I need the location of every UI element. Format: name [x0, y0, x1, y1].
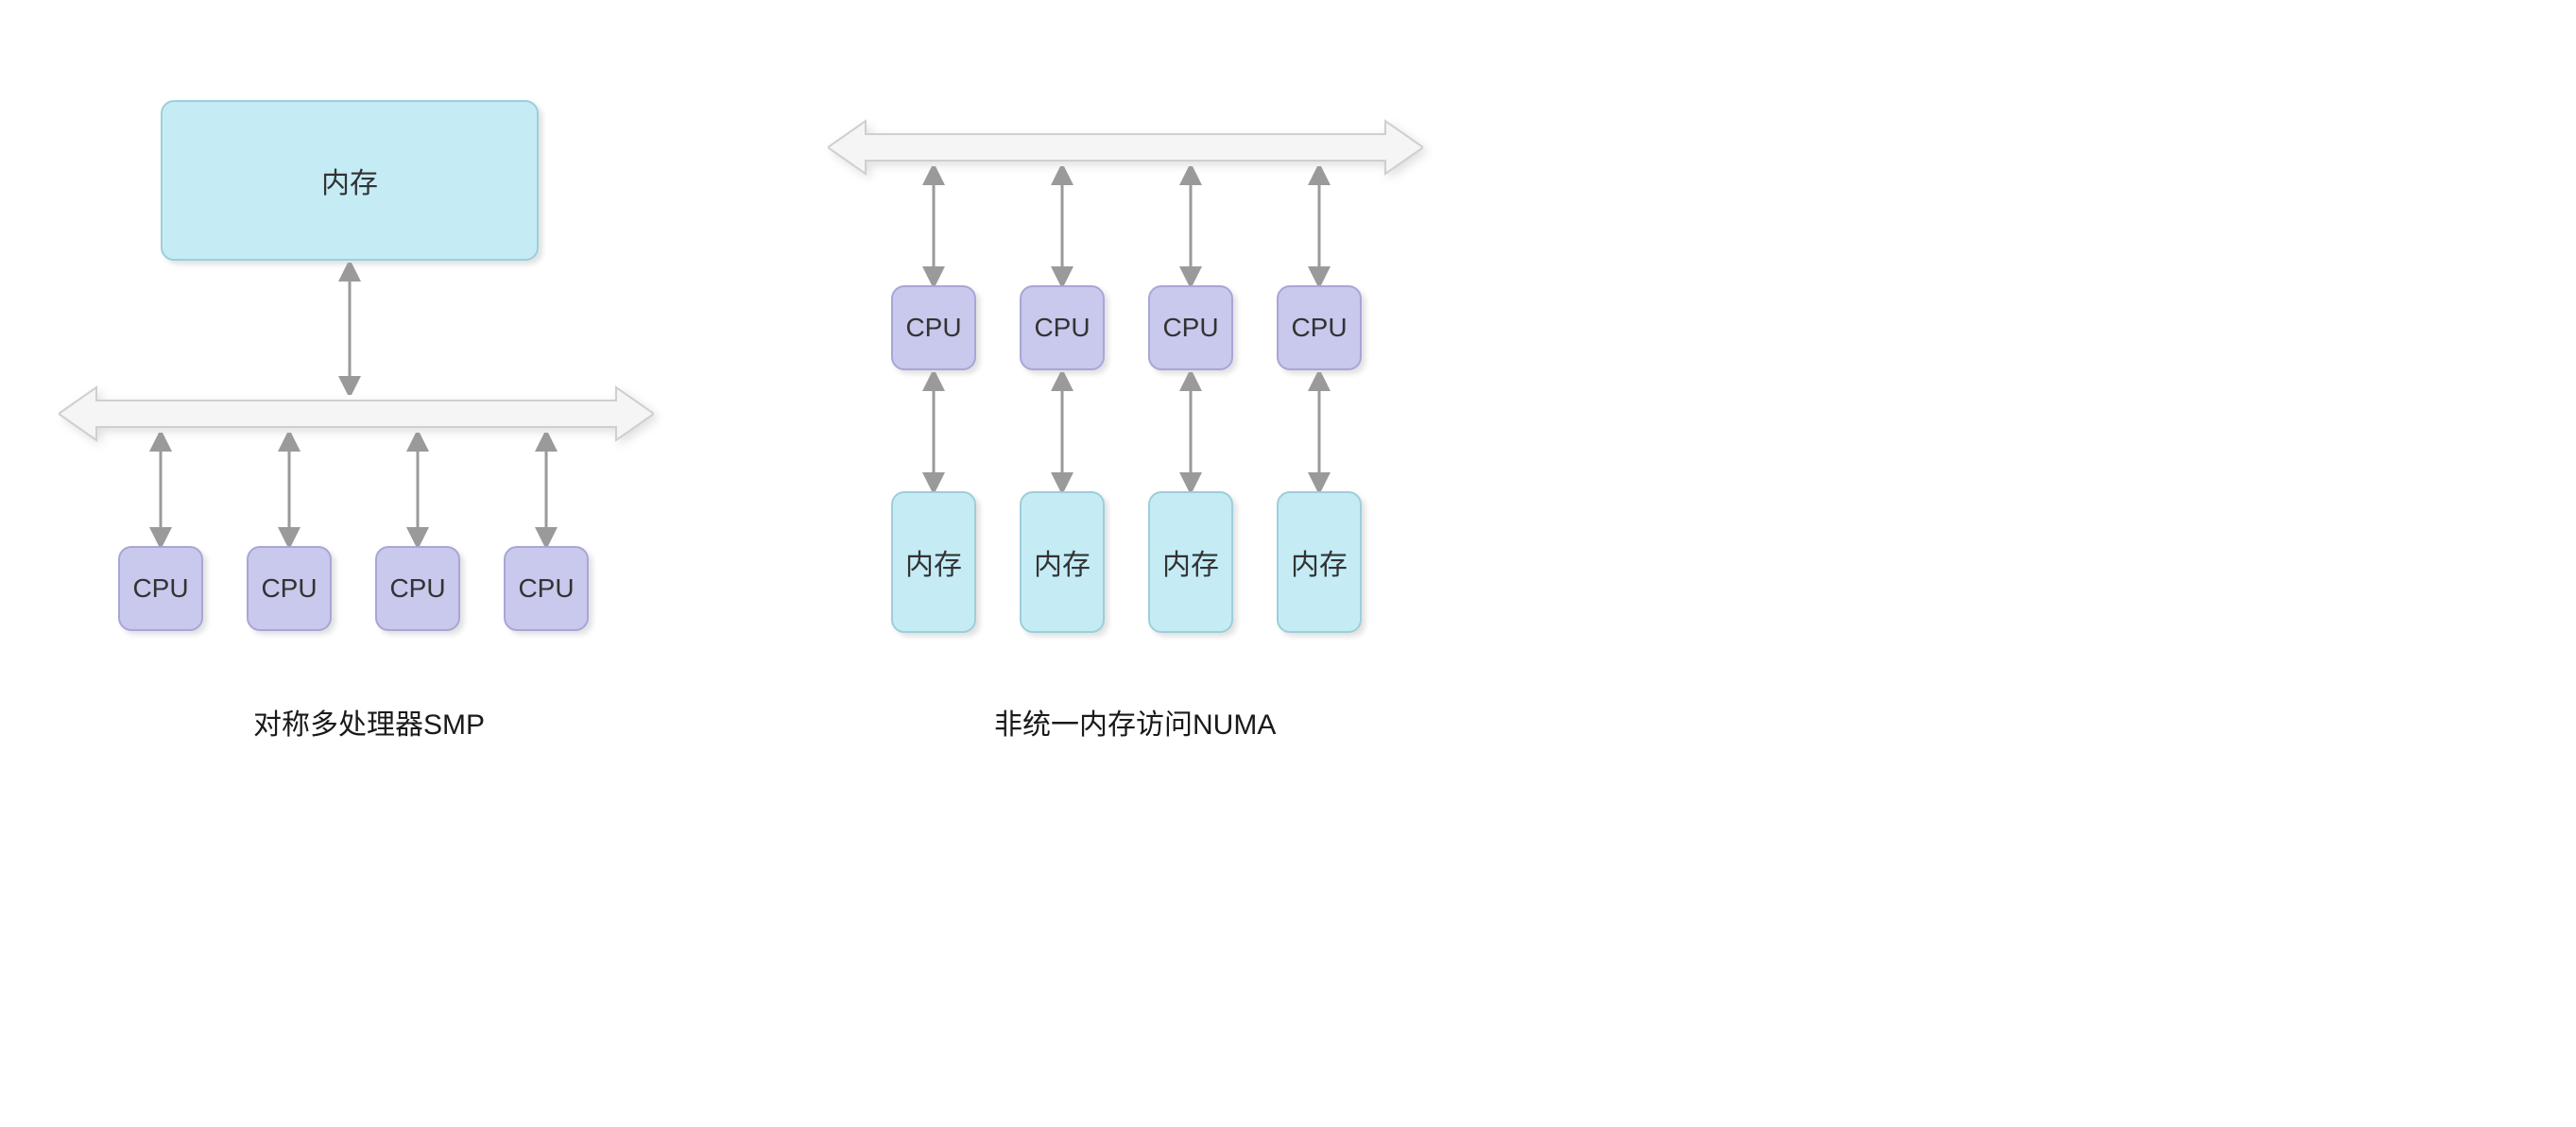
- numa-mem-3-label: 内存: [1291, 541, 1348, 583]
- smp-cpu-1-label: CPU: [261, 573, 317, 604]
- numa-cpu1-mem1-arrow: [1051, 372, 1073, 491]
- numa-mem-1: 内存: [1020, 491, 1105, 633]
- smp-bus-cpu3-arrow: [535, 433, 558, 546]
- smp-memory-box: 内存: [161, 100, 539, 261]
- numa-mem-0: 内存: [891, 491, 976, 633]
- numa-cpu-1: CPU: [1020, 285, 1105, 370]
- numa-bus-cpu2-arrow: [1179, 166, 1202, 285]
- smp-cpu-2: CPU: [375, 546, 460, 631]
- numa-bus: [828, 117, 1423, 178]
- smp-mem-bus-arrow: [338, 263, 361, 395]
- numa-cpu-2: CPU: [1148, 285, 1233, 370]
- numa-caption: 非统一内存访问NUMA: [994, 701, 1276, 743]
- numa-mem-3: 内存: [1277, 491, 1362, 633]
- smp-bus-cpu0-arrow: [149, 433, 172, 546]
- smp-caption: 对称多处理器SMP: [253, 701, 485, 743]
- smp-bus-cpu2-arrow: [406, 433, 429, 546]
- numa-cpu-0: CPU: [891, 285, 976, 370]
- numa-cpu2-mem2-arrow: [1179, 372, 1202, 491]
- numa-mem-0-label: 内存: [905, 541, 962, 583]
- numa-cpu-1-label: CPU: [1034, 313, 1090, 343]
- numa-cpu-3-label: CPU: [1291, 313, 1347, 343]
- numa-bus-cpu0-arrow: [922, 166, 945, 285]
- smp-bus: [59, 384, 654, 444]
- numa-mem-1-label: 内存: [1034, 541, 1091, 583]
- numa-cpu3-mem3-arrow: [1308, 372, 1331, 491]
- smp-memory-label: 内存: [321, 160, 378, 201]
- numa-bus-cpu1-arrow: [1051, 166, 1073, 285]
- numa-cpu-2-label: CPU: [1162, 313, 1218, 343]
- numa-cpu-3: CPU: [1277, 285, 1362, 370]
- smp-cpu-0: CPU: [118, 546, 203, 631]
- smp-bus-cpu1-arrow: [278, 433, 301, 546]
- numa-bus-cpu3-arrow: [1308, 166, 1331, 285]
- smp-cpu-3: CPU: [504, 546, 589, 631]
- numa-cpu0-mem0-arrow: [922, 372, 945, 491]
- smp-cpu-2-label: CPU: [389, 573, 445, 604]
- smp-cpu-3-label: CPU: [518, 573, 574, 604]
- numa-mem-2-label: 内存: [1162, 541, 1219, 583]
- smp-cpu-1: CPU: [247, 546, 332, 631]
- numa-mem-2: 内存: [1148, 491, 1233, 633]
- smp-cpu-0-label: CPU: [132, 573, 188, 604]
- numa-cpu-0-label: CPU: [905, 313, 961, 343]
